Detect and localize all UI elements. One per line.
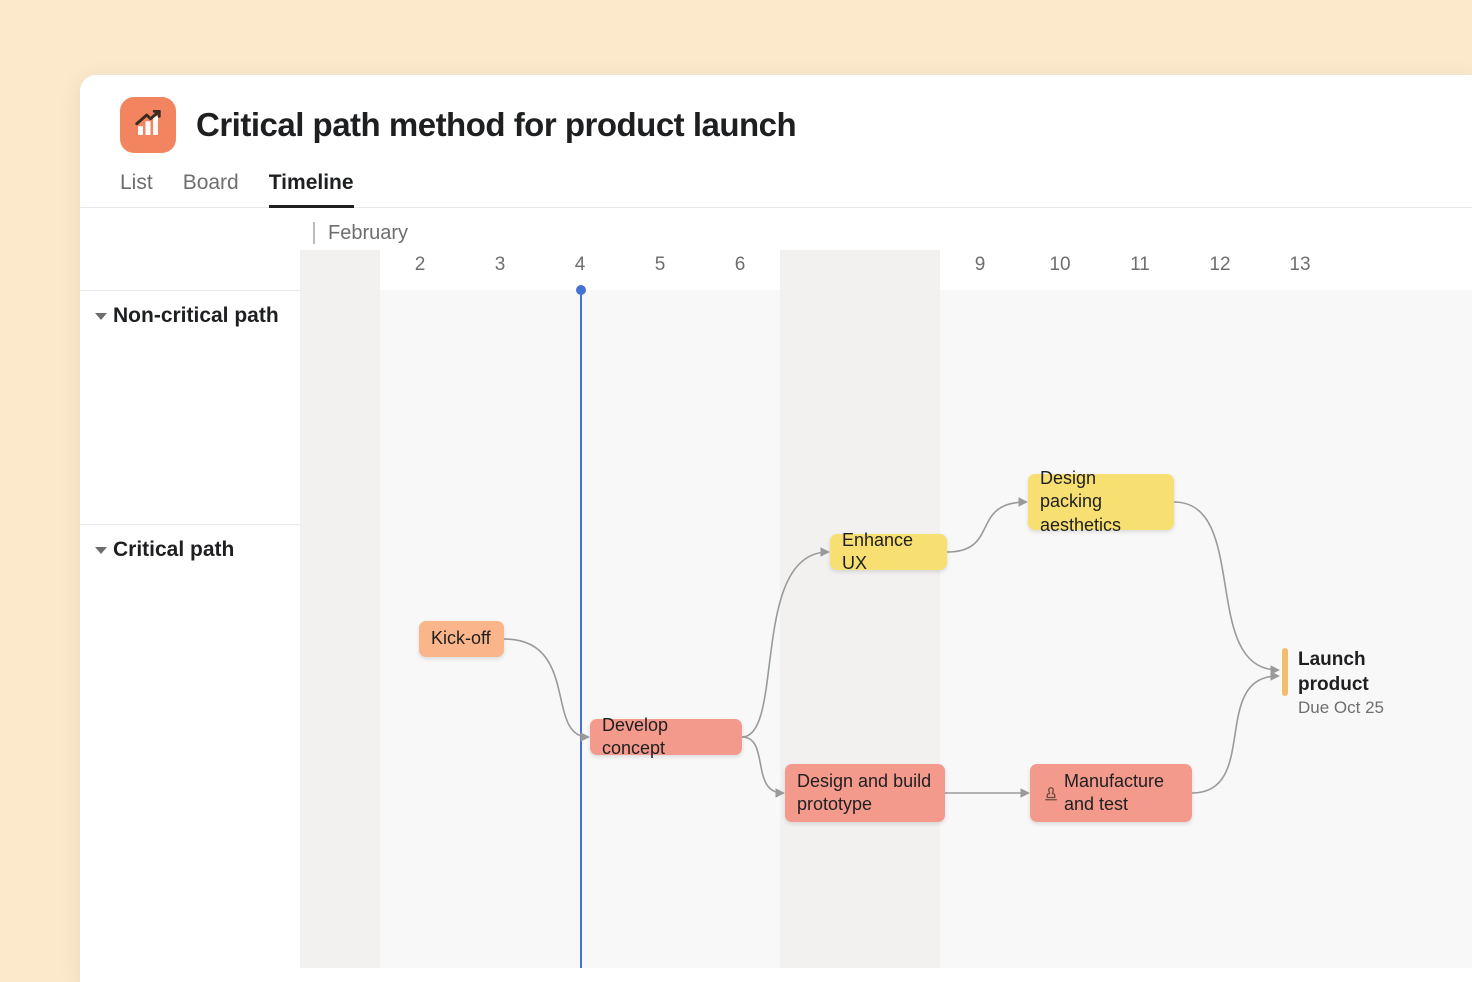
milestone-bar <box>1282 648 1288 696</box>
project-title: Critical path method for product launch <box>196 106 796 144</box>
chevron-down-icon <box>95 547 107 554</box>
date-header-cell: 12 <box>1205 254 1235 276</box>
date-header-cell: 4 <box>565 254 595 276</box>
month-tick <box>313 222 315 244</box>
date-header-cell: 13 <box>1285 254 1315 276</box>
task-packing[interactable]: Design packing aesthetics <box>1028 474 1174 530</box>
view-tabs: List Board Timeline <box>120 171 1432 208</box>
task-label: Develop concept <box>602 714 730 761</box>
group-divider <box>80 524 310 525</box>
date-header-cell: 9 <box>965 254 995 276</box>
group-label: Critical path <box>113 538 234 562</box>
tab-board[interactable]: Board <box>183 171 239 208</box>
today-marker-dot <box>576 285 586 295</box>
header: Critical path method for product launch … <box>80 75 1472 208</box>
date-header-cell: 3 <box>485 254 515 276</box>
stamp-icon <box>1042 784 1060 808</box>
title-row: Critical path method for product launch <box>120 97 1432 153</box>
date-header-cell: 10 <box>1045 254 1075 276</box>
group-toggle-noncritical[interactable]: Non-critical path <box>95 304 279 328</box>
task-label: Design and build prototype <box>797 770 933 817</box>
project-icon[interactable] <box>120 97 176 153</box>
month-label: February <box>328 222 408 245</box>
tab-list[interactable]: List <box>120 171 153 208</box>
chart-up-icon <box>133 110 163 140</box>
weekend-band <box>300 250 380 968</box>
timeline: February 12345678910111213 Non-critical … <box>80 208 1472 968</box>
date-header-cell: 2 <box>405 254 435 276</box>
date-header-cell: 5 <box>645 254 675 276</box>
task-label: Manufacture and test <box>1064 770 1180 817</box>
task-kickoff[interactable]: Kick-off <box>419 621 504 657</box>
task-designbuild[interactable]: Design and build prototype <box>785 764 945 822</box>
task-label: Kick-off <box>431 627 491 650</box>
group-label: Non-critical path <box>113 304 279 328</box>
task-label: Design packing aesthetics <box>1040 467 1162 537</box>
date-header-row: 12345678910111213 <box>80 254 1472 288</box>
timeline-canvas[interactable]: Kick-off Develop concept Enhance UX Design … <box>310 290 1472 968</box>
task-label: Enhance UX <box>842 529 935 576</box>
milestone-due: Due Oct 25 <box>1298 698 1438 718</box>
weekend-band <box>780 250 940 968</box>
task-develop[interactable]: Develop concept <box>590 719 742 755</box>
today-marker <box>580 290 582 968</box>
project-window: Critical path method for product launch … <box>80 75 1472 982</box>
group-toggle-critical[interactable]: Critical path <box>95 538 234 562</box>
date-header-cell: 6 <box>725 254 755 276</box>
milestone-title: Launch product <box>1298 648 1438 697</box>
task-enhance[interactable]: Enhance UX <box>830 534 947 570</box>
tab-timeline[interactable]: Timeline <box>269 171 354 208</box>
task-manufacture[interactable]: Manufacture and test <box>1030 764 1192 822</box>
chevron-down-icon <box>95 313 107 320</box>
date-header-cell: 11 <box>1125 254 1155 276</box>
